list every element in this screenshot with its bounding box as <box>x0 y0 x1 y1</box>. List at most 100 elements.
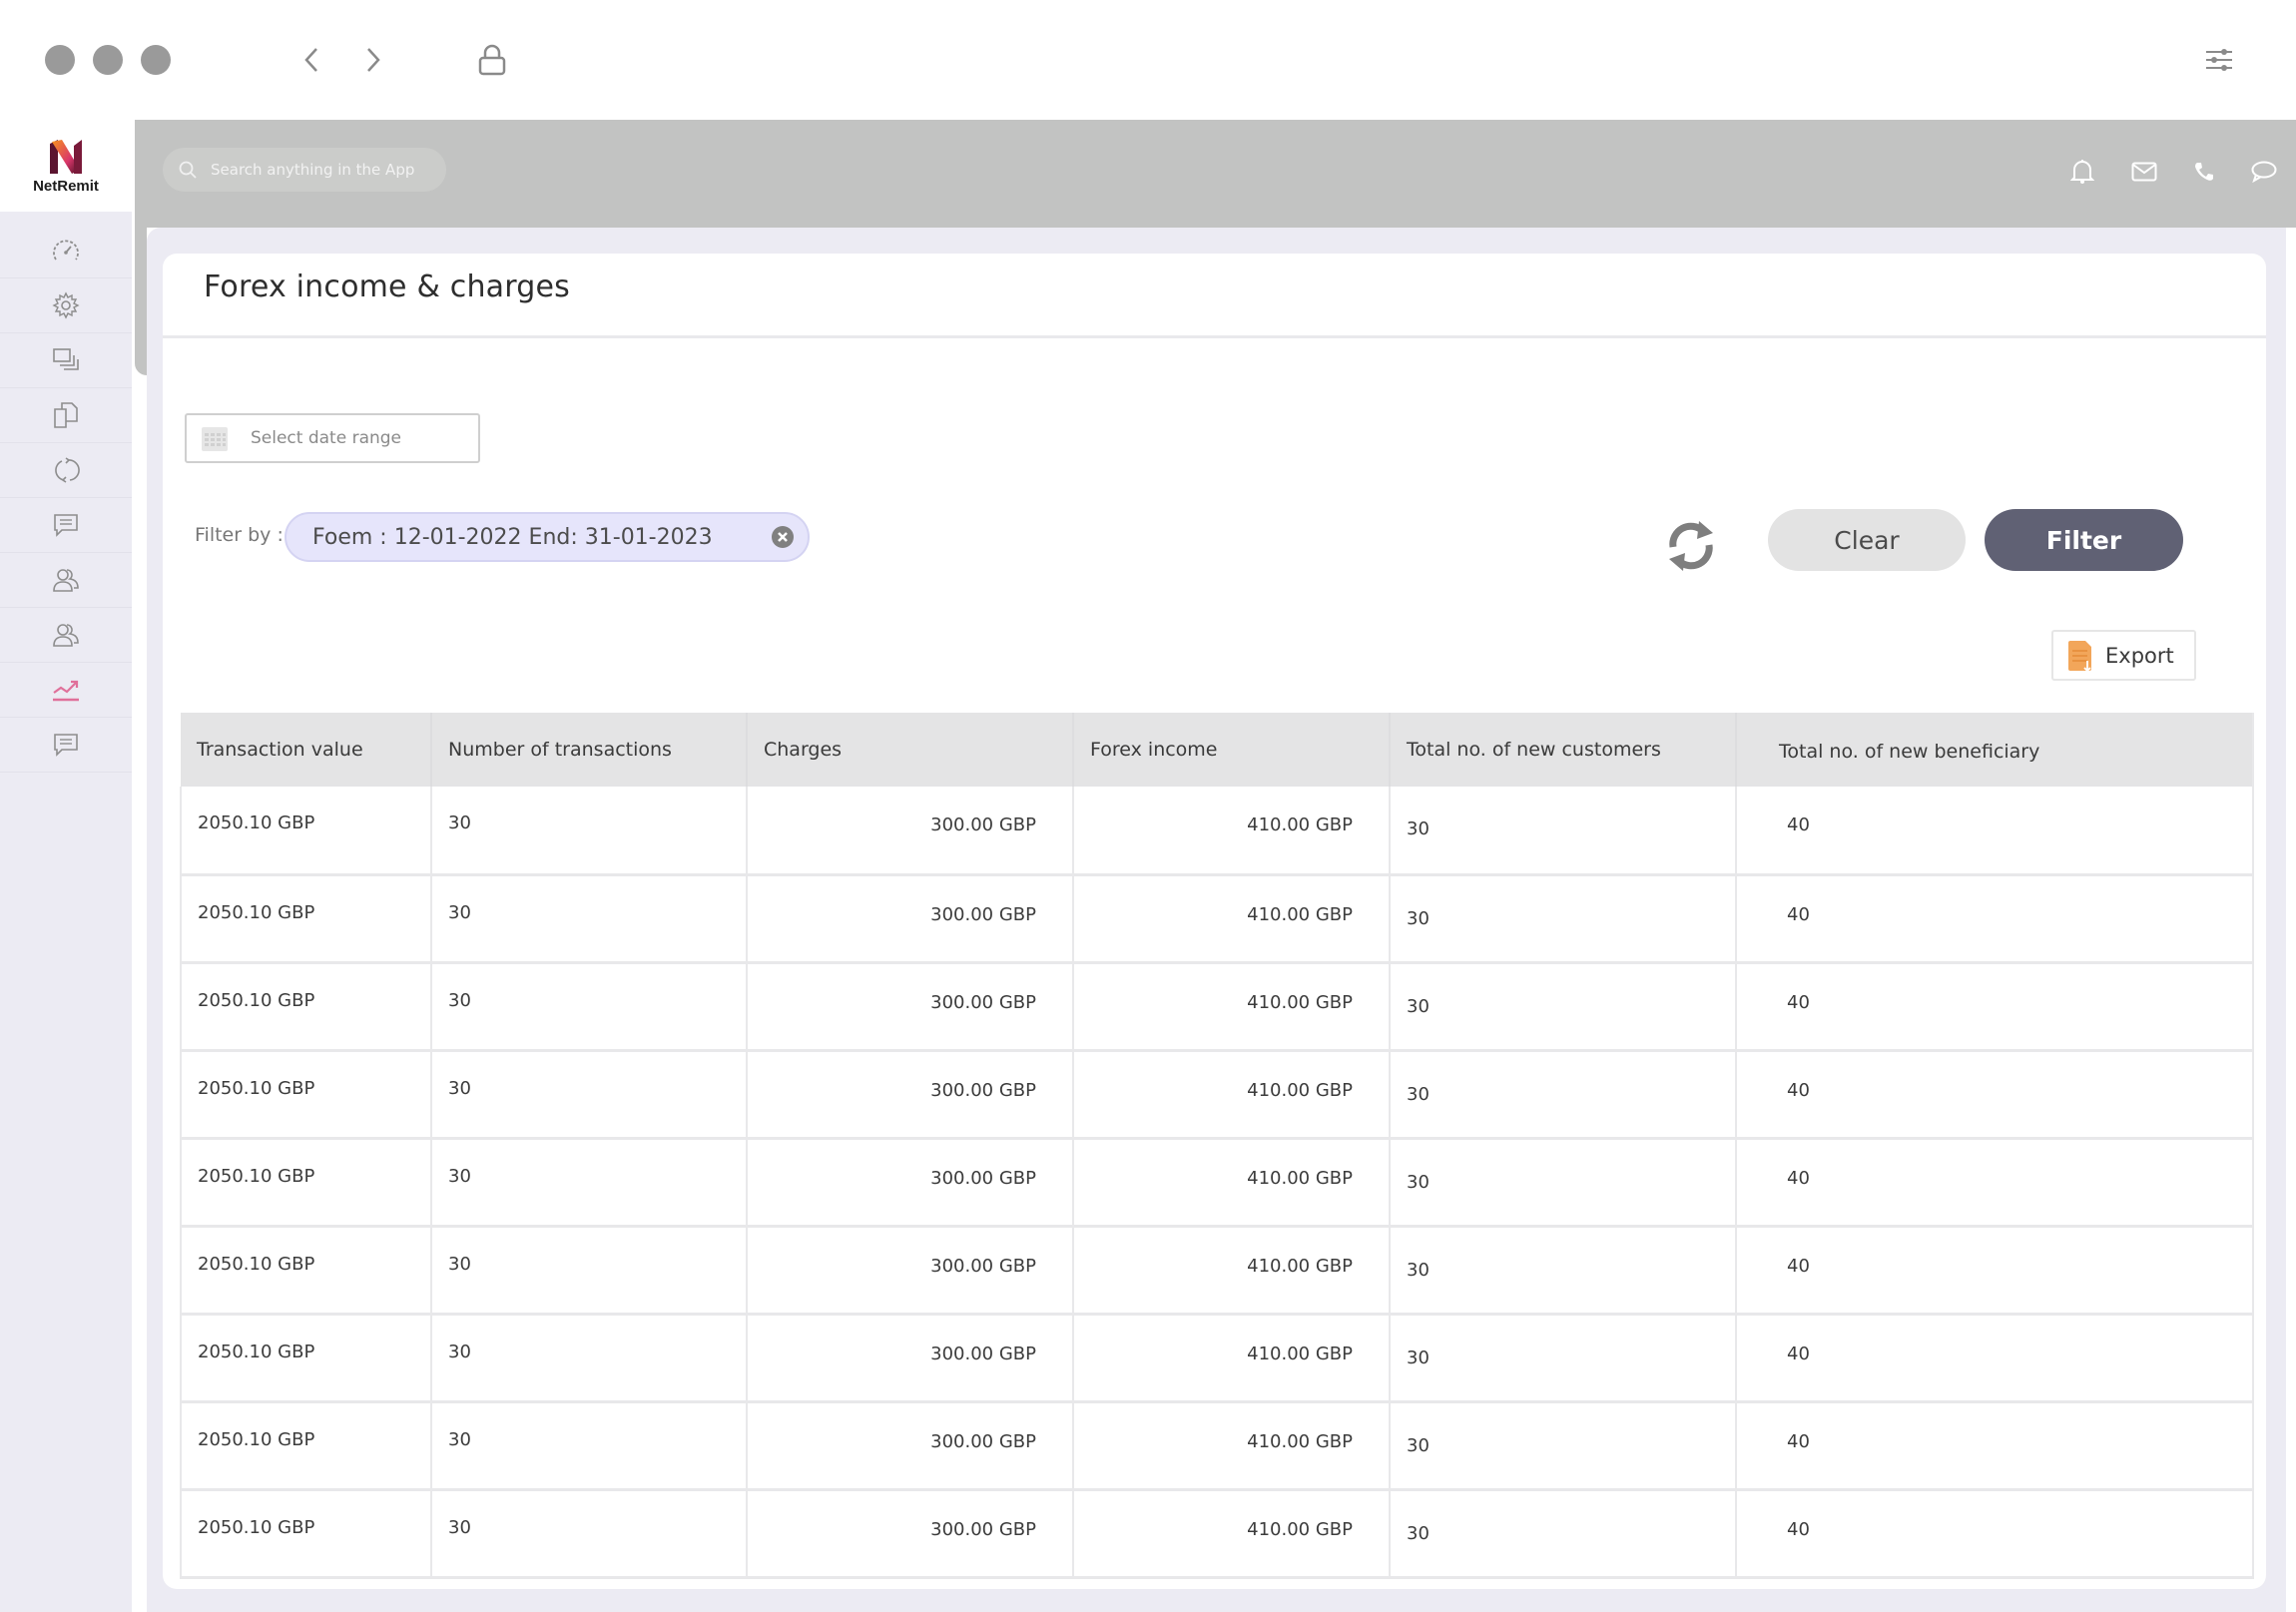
sidebar-item-beneficiaries[interactable] <box>0 608 132 663</box>
sidebar-item-settings[interactable] <box>0 278 132 333</box>
refresh-icon[interactable] <box>1663 517 1719 573</box>
filter-button[interactable]: Filter <box>1985 509 2183 571</box>
cell-forex-income: 410.00 GBP <box>1073 1314 1391 1403</box>
table-row[interactable]: 2050.10 GBP 30 300.00 GBP 410.00 GBP 30 40 <box>180 1138 2254 1228</box>
table-row[interactable]: 2050.10 GBP 30 300.00 GBP 410.00 GBP 30 40 <box>180 1314 2254 1403</box>
column-header-number-of-transactions[interactable]: Number of transactions <box>431 713 748 787</box>
chevron-right-icon[interactable] <box>355 42 391 78</box>
cell-new-customers: 30 <box>1390 874 1737 964</box>
cell-number-of-transactions: 30 <box>431 1489 748 1579</box>
column-header-transaction-value[interactable]: Transaction value <box>181 713 432 787</box>
brand-name: NetRemit <box>33 177 99 195</box>
window-maximize-dot[interactable] <box>141 45 171 75</box>
cell-transaction-value: 2050.10 GBP <box>180 1226 432 1316</box>
cell-new-customers: 30 <box>1390 962 1737 1052</box>
export-button[interactable]: Export <box>2051 630 2196 681</box>
search-bar[interactable] <box>163 148 446 192</box>
cell-charges: 300.00 GBP <box>747 1489 1074 1579</box>
cell-number-of-transactions: 30 <box>431 1050 748 1140</box>
column-header-forex-income[interactable]: Forex income <box>1073 713 1391 787</box>
title-divider <box>163 335 2266 338</box>
cell-charges: 300.00 GBP <box>747 962 1074 1052</box>
phone-icon[interactable] <box>2187 155 2221 189</box>
cell-number-of-transactions: 30 <box>431 1314 748 1403</box>
speedometer-icon <box>53 240 79 261</box>
cell-charges: 300.00 GBP <box>747 874 1074 964</box>
filter-by-label: Filter by : <box>195 524 284 546</box>
chat-icon <box>54 734 78 757</box>
app-header <box>135 120 2296 228</box>
cell-number-of-transactions: 30 <box>431 1401 748 1491</box>
page-title: Forex income & charges <box>204 269 571 304</box>
table-row[interactable]: 2050.10 GBP 30 300.00 GBP 410.00 GBP 30 40 <box>180 1050 2254 1140</box>
search-input[interactable] <box>211 161 430 179</box>
clear-button[interactable]: Clear <box>1768 509 1966 571</box>
table-row[interactable]: 2050.10 GBP 30 300.00 GBP 410.00 GBP 30 40 <box>180 1401 2254 1491</box>
sidebar-item-reports[interactable] <box>0 663 132 718</box>
stacked-windows-icon <box>53 348 79 370</box>
refresh-cycle-icon <box>55 457 80 483</box>
bell-icon[interactable] <box>2065 155 2099 189</box>
sidebar-item-exchange[interactable] <box>0 443 132 498</box>
chip-close-icon[interactable] <box>772 526 794 548</box>
copy-documents-icon <box>54 402 78 428</box>
sidebar-item-customers[interactable] <box>0 553 132 608</box>
forex-table: Transaction value Number of transactions… <box>180 713 2254 1579</box>
cell-new-beneficiary: 40 <box>1736 1050 2254 1140</box>
date-range-picker[interactable]: Select date range <box>185 413 480 463</box>
sliders-icon[interactable] <box>2201 42 2237 78</box>
app-logo[interactable]: NetRemit <box>0 120 132 212</box>
table-row[interactable]: 2050.10 GBP 30 300.00 GBP 410.00 GBP 30 40 <box>180 1226 2254 1316</box>
sidebar-item-documents[interactable] <box>0 388 132 443</box>
column-header-new-beneficiary[interactable]: Total no. of new beneficiary <box>1736 713 2254 787</box>
cell-new-beneficiary: 40 <box>1736 787 2254 876</box>
mail-icon[interactable] <box>2127 155 2161 189</box>
cell-number-of-transactions: 30 <box>431 1226 748 1316</box>
chat-bubble-icon[interactable] <box>2247 155 2281 189</box>
table-row[interactable]: 2050.10 GBP 30 300.00 GBP 410.00 GBP 30 40 <box>180 1489 2254 1579</box>
cell-forex-income: 410.00 GBP <box>1073 1401 1391 1491</box>
sidebar-item-dashboard[interactable] <box>0 224 132 278</box>
cell-forex-income: 410.00 GBP <box>1073 1050 1391 1140</box>
cell-transaction-value: 2050.10 GBP <box>180 874 432 964</box>
sidebar-item-windows[interactable] <box>0 333 132 388</box>
cell-forex-income: 410.00 GBP <box>1073 1138 1391 1228</box>
table-row[interactable]: 2050.10 GBP 30 300.00 GBP 410.00 GBP 30 40 <box>180 874 2254 964</box>
cell-new-customers: 30 <box>1390 1138 1737 1228</box>
table-row[interactable]: 2050.10 GBP 30 300.00 GBP 410.00 GBP 30 40 <box>180 962 2254 1052</box>
sidebar-item-support[interactable] <box>0 718 132 773</box>
cell-new-beneficiary: 40 <box>1736 1138 2254 1228</box>
cell-charges: 300.00 GBP <box>747 1050 1074 1140</box>
cell-transaction-value: 2050.10 GBP <box>180 962 432 1052</box>
calendar-icon <box>202 427 228 451</box>
window-close-dot[interactable] <box>45 45 75 75</box>
cell-new-customers: 30 <box>1390 1050 1737 1140</box>
cell-charges: 300.00 GBP <box>747 1138 1074 1228</box>
cell-charges: 300.00 GBP <box>747 1401 1074 1491</box>
search-icon <box>179 161 197 179</box>
cell-forex-income: 410.00 GBP <box>1073 874 1391 964</box>
chat-icon <box>54 514 78 537</box>
cell-transaction-value: 2050.10 GBP <box>180 1050 432 1140</box>
browser-chrome <box>0 0 2296 120</box>
window-minimize-dot[interactable] <box>93 45 123 75</box>
cell-new-customers: 30 <box>1390 787 1737 876</box>
sidebar-item-messages[interactable] <box>0 498 132 553</box>
cell-new-customers: 30 <box>1390 1401 1737 1491</box>
cell-forex-income: 410.00 GBP <box>1073 962 1391 1052</box>
cell-transaction-value: 2050.10 GBP <box>180 1314 432 1403</box>
table-row[interactable]: 2050.10 GBP 30 300.00 GBP 410.00 GBP 30 40 <box>180 787 2254 876</box>
export-document-icon <box>2068 640 2091 672</box>
cell-forex-income: 410.00 GBP <box>1073 787 1391 876</box>
export-label: Export <box>2105 643 2174 668</box>
column-header-new-customers[interactable]: Total no. of new customers <box>1390 713 1737 787</box>
header-overhang <box>135 228 147 375</box>
cell-new-customers: 30 <box>1390 1314 1737 1403</box>
column-header-charges[interactable]: Charges <box>747 713 1074 787</box>
cell-forex-income: 410.00 GBP <box>1073 1226 1391 1316</box>
cell-new-beneficiary: 40 <box>1736 1401 2254 1491</box>
cell-charges: 300.00 GBP <box>747 1314 1074 1403</box>
cell-transaction-value: 2050.10 GBP <box>180 787 432 876</box>
cell-new-beneficiary: 40 <box>1736 1226 2254 1316</box>
chevron-left-icon[interactable] <box>293 42 329 78</box>
